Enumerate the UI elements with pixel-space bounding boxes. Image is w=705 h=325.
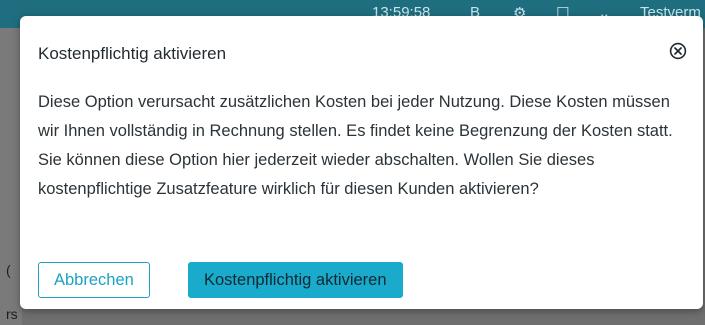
background-edge-char: ( bbox=[6, 262, 11, 278]
cancel-button[interactable]: Abbrechen bbox=[38, 262, 150, 298]
dialog-title: Kostenpflichtig aktivieren bbox=[38, 44, 227, 63]
dialog-body: Diese Option verursacht zusätzlichen Kos… bbox=[38, 88, 688, 204]
activate-paid-button[interactable]: Kostenpflichtig aktivieren bbox=[188, 262, 403, 298]
close-icon[interactable] bbox=[669, 42, 687, 60]
background-edge-char: rs bbox=[6, 306, 18, 322]
dialog-message: Diese Option verursacht zusätzlichen Kos… bbox=[38, 93, 673, 198]
background-left-strip: ( rs bbox=[0, 28, 22, 325]
confirm-dialog: Kostenpflichtig aktivieren Diese Option … bbox=[20, 16, 703, 309]
